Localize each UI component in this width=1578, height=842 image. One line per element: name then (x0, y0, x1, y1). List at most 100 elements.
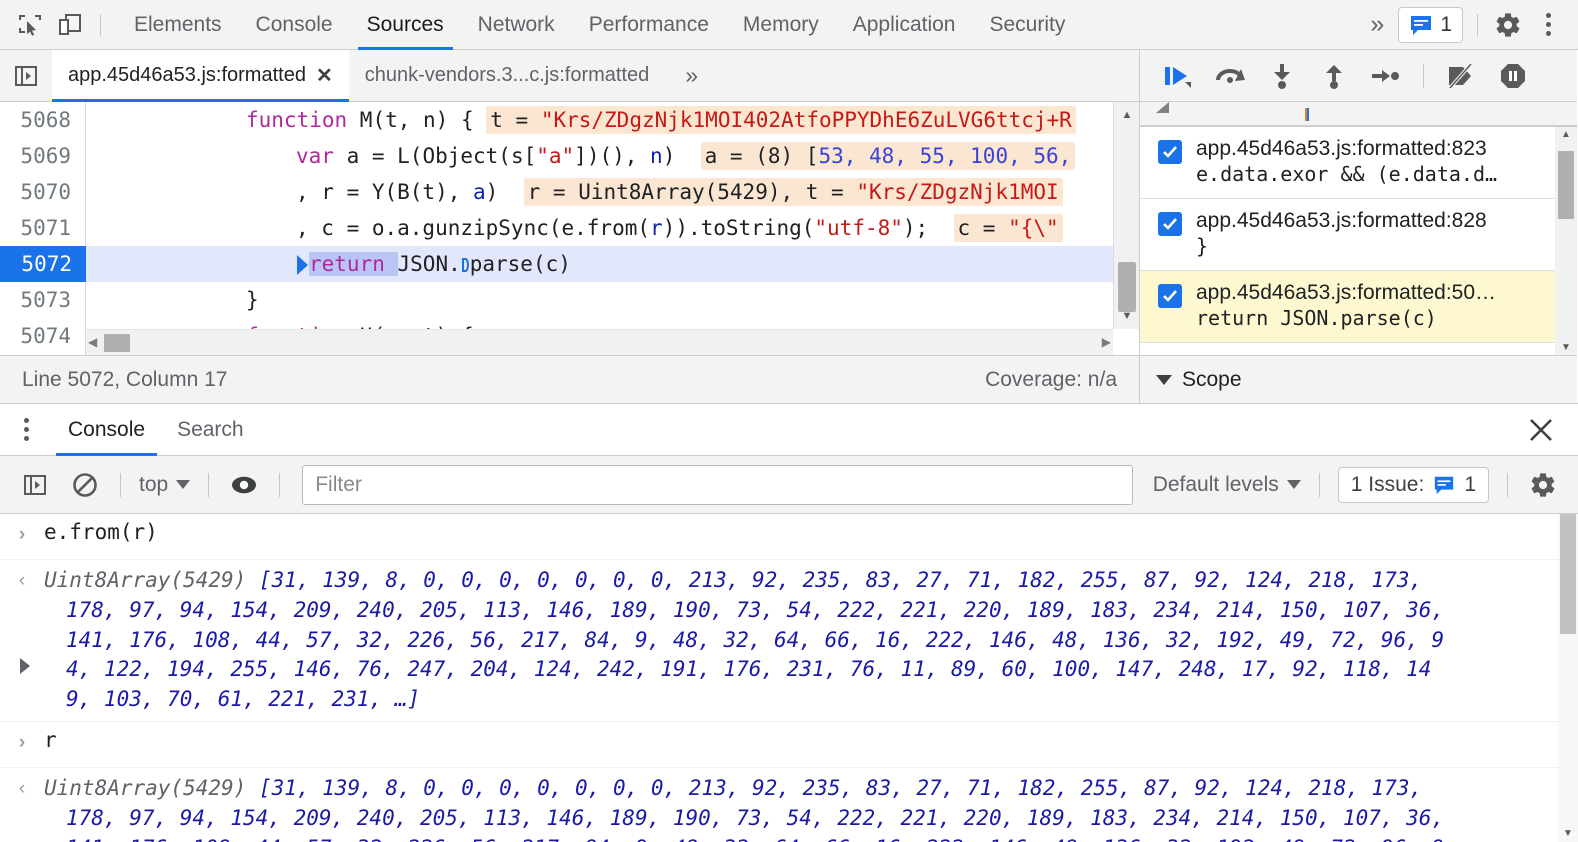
tab-memory[interactable]: Memory (726, 0, 836, 50)
breakpoint-checkbox[interactable] (1158, 284, 1182, 308)
tab-performance[interactable]: Performance (572, 0, 726, 50)
scroll-down-icon[interactable]: ▼ (1114, 303, 1139, 329)
file-tab-label: chunk-vendors.3...c.js:formatted (365, 64, 650, 87)
tick-marker-icon (1305, 108, 1309, 121)
tab-console[interactable]: Console (239, 0, 350, 50)
resume-script-execution-icon[interactable] (1154, 55, 1202, 97)
step-out-of-current-function-icon[interactable] (1310, 55, 1358, 97)
console-vertical-scrollbar[interactable]: ▼ (1558, 514, 1578, 842)
scroll-left-icon[interactable]: ◀ (88, 335, 97, 349)
issues-badge-button[interactable]: 1 (1398, 7, 1463, 43)
code-line[interactable]: 5068 function M(t, n) { t = "Krs/ZDgzNjk… (0, 102, 1139, 138)
line-content: var a = L(Object(s["a"])(), n) a = (8) [… (86, 138, 1139, 174)
expand-array-triangle-icon[interactable] (20, 658, 30, 674)
code-line[interactable]: 5070 , r = Y(B(t), a) r = Uint8Array(542… (0, 174, 1139, 210)
console-toolbar-divider-2 (208, 473, 209, 497)
device-toolbar-icon[interactable] (50, 5, 90, 45)
console-command-text: r (44, 728, 1578, 761)
tab-sources[interactable]: Sources (350, 0, 461, 50)
drawer-kebab-menu-icon[interactable] (0, 404, 52, 455)
breakpoint-checkbox[interactable] (1158, 212, 1182, 236)
step-into-next-function-call-icon[interactable] (1258, 55, 1306, 97)
scope-section-header[interactable]: Scope (1140, 355, 1577, 403)
code-editor[interactable]: 5068 function M(t, n) { t = "Krs/ZDgzNjk… (0, 102, 1139, 355)
scroll-down-icon[interactable]: ▼ (1561, 342, 1571, 353)
toolbar-divider (100, 14, 101, 36)
console-result-value[interactable]: Uint8Array(5429) [31, 139, 8, 0, 0, 0, 0… (44, 774, 1578, 842)
tab-elements[interactable]: Elements (117, 0, 239, 50)
line-number[interactable]: 5068 (0, 102, 86, 138)
console-result-entry[interactable]: ‹ Uint8Array(5429) [31, 139, 8, 0, 0, 0,… (0, 768, 1578, 842)
cursor-position: Line 5072, Column 17 (22, 368, 227, 392)
scroll-up-icon[interactable]: ▲ (1561, 129, 1571, 140)
pause-on-exceptions-icon[interactable] (1489, 55, 1537, 97)
file-tab-app-js[interactable]: app.45d46a53.js:formatted ✕ (52, 50, 349, 101)
drawer-tab-search[interactable]: Search (161, 404, 260, 455)
gear-icon[interactable] (1488, 5, 1528, 45)
breakpoint-item[interactable]: app.45d46a53.js:formatted:823 e.data.exo… (1140, 127, 1577, 199)
log-levels-selector[interactable]: Default levels (1147, 473, 1307, 497)
array-line-4: 4, 122, 194, 255, 146, 76, 247, 204, 124… (44, 657, 1431, 681)
step-icon[interactable] (1362, 55, 1410, 97)
show-navigator-icon[interactable] (0, 50, 52, 101)
line-number[interactable]: 5069 (0, 138, 86, 174)
console-messages[interactable]: › e.from(r) ‹ Uint8Array(5429) [31, 139,… (0, 514, 1578, 842)
gear-icon[interactable] (1520, 464, 1566, 506)
console-result-entry[interactable]: ‹ Uint8Array(5429) [31, 139, 8, 0, 0, 0,… (0, 560, 1578, 722)
scroll-down-icon[interactable]: ▼ (1563, 828, 1573, 839)
sidebar-vertical-scrollbar[interactable]: ▲ ▼ (1555, 127, 1577, 355)
breakpoint-item[interactable]: app.45d46a53.js:formatted:828 } (1140, 199, 1577, 271)
step-over-next-function-call-icon[interactable] (1206, 55, 1254, 97)
code-line[interactable]: 5071 , c = o.a.gunzipSync(e.from(r)).toS… (0, 210, 1139, 246)
close-drawer-icon[interactable] (1504, 404, 1578, 455)
tab-security[interactable]: Security (972, 0, 1082, 50)
code-lines-container: 5068 function M(t, n) { t = "Krs/ZDgzNjk… (0, 102, 1139, 355)
inspect-element-icon[interactable] (10, 5, 50, 45)
scroll-right-icon[interactable]: ▶ (1102, 335, 1111, 349)
scrollbar-thumb[interactable] (1558, 151, 1574, 219)
line-number[interactable]: 5073 (0, 282, 86, 318)
execution-context-selector[interactable]: top (133, 473, 196, 497)
line-content: , c = o.a.gunzipSync(e.from(r)).toString… (86, 210, 1139, 246)
breakpoint-code-snippet: } (1196, 234, 1487, 258)
console-sidebar-icon[interactable] (12, 464, 58, 506)
close-icon[interactable]: ✕ (316, 63, 333, 88)
editor-vertical-scrollbar[interactable]: ▲ ▼ (1113, 102, 1139, 329)
console-command-entry[interactable]: › e.from(r) (0, 514, 1578, 560)
more-panels-icon[interactable]: » (1356, 10, 1398, 39)
line-number[interactable]: 5075 (0, 354, 86, 355)
editor-horizontal-scrollbar[interactable]: ◀ ▶ (86, 329, 1113, 355)
code-line[interactable]: 5069 var a = L(Object(s["a"])(), n) a = … (0, 138, 1139, 174)
deactivate-breakpoints-icon[interactable] (1437, 55, 1485, 97)
array-line-3: 141, 176, 108, 44, 57, 32, 226, 56, 217,… (44, 628, 1444, 652)
breakpoint-item-selected[interactable]: app.45d46a53.js:formatted:50… return JSO… (1140, 271, 1577, 343)
code-line-executing[interactable]: 5072 return JSON.parse(c) (0, 246, 1139, 282)
code-line[interactable]: 5073 } (0, 282, 1139, 318)
console-command-entry[interactable]: › r (0, 722, 1578, 768)
kebab-menu-icon[interactable] (1528, 5, 1568, 45)
prompt-in-chevron: › (19, 524, 25, 553)
debugger-toolbar (1140, 50, 1577, 102)
coverage-status[interactable]: Coverage: n/a (985, 368, 1117, 392)
scrollbar-thumb-h[interactable] (104, 334, 130, 352)
console-result-value[interactable]: Uint8Array(5429) [31, 139, 8, 0, 0, 0, 0… (44, 566, 1578, 715)
line-number-executing[interactable]: 5072 (0, 246, 86, 282)
file-tab-chunk-vendors[interactable]: chunk-vendors.3...c.js:formatted (349, 50, 666, 101)
line-number[interactable]: 5074 (0, 318, 86, 354)
console-filter-input[interactable] (302, 465, 1133, 505)
live-expression-icon[interactable] (221, 464, 267, 506)
tab-network[interactable]: Network (461, 0, 572, 50)
more-file-tabs-icon[interactable]: » (665, 50, 718, 101)
prompt-out-icon: ‹ (0, 774, 44, 842)
scrollbar-thumb[interactable] (1560, 514, 1576, 634)
breakpoint-checkbox[interactable] (1158, 140, 1182, 164)
breakpoint-texts: app.45d46a53.js:formatted:828 } (1196, 209, 1487, 258)
chevron-down-icon (176, 480, 190, 489)
line-number[interactable]: 5071 (0, 210, 86, 246)
clear-console-icon[interactable] (62, 464, 108, 506)
drawer-tab-console[interactable]: Console (52, 404, 161, 455)
line-number[interactable]: 5070 (0, 174, 86, 210)
console-issues-button[interactable]: 1 Issue: 1 (1338, 467, 1489, 503)
tab-application[interactable]: Application (836, 0, 973, 50)
scroll-up-icon[interactable]: ▲ (1114, 102, 1139, 128)
